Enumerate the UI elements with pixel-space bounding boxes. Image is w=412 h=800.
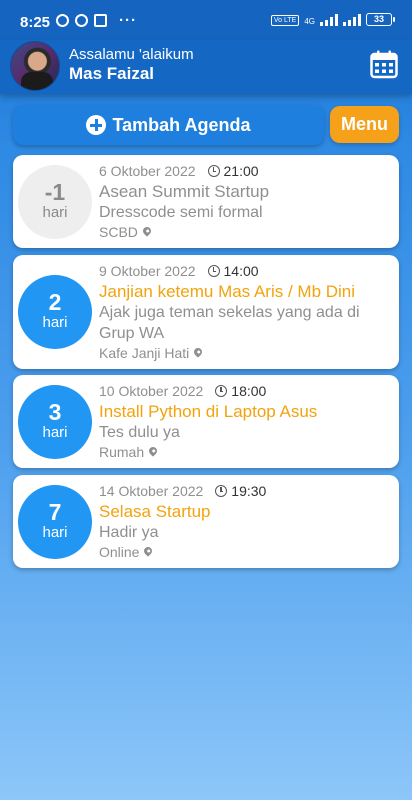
agenda-description: Ajak juga teman sekelas yang ada di Grup… bbox=[99, 304, 360, 342]
agenda-location-text: SCBD bbox=[99, 224, 138, 240]
agenda-location-text: Online bbox=[99, 544, 140, 560]
days-unit: hari bbox=[42, 424, 68, 441]
location-pin-icon bbox=[147, 445, 159, 457]
days-unit: hari bbox=[42, 204, 68, 221]
signal-icon bbox=[320, 13, 338, 26]
days-count: -1 bbox=[44, 179, 66, 205]
notification-icons: ··· bbox=[56, 11, 137, 29]
agenda-date: 9 Oktober 2022 bbox=[99, 263, 196, 279]
agenda-card[interactable]: 2 hari 9 Oktober 2022 14:00 Janjian kete… bbox=[13, 255, 399, 369]
days-unit: hari bbox=[42, 314, 68, 331]
volte-icon: Vo LTE bbox=[270, 15, 300, 26]
clock-icon bbox=[215, 485, 228, 497]
agenda-card[interactable]: -1 hari 6 Oktober 2022 21:00 Asean Summi… bbox=[13, 155, 399, 248]
username: Mas Faizal bbox=[69, 64, 155, 83]
agenda-info: 14 Oktober 2022 19:30 Selasa Startup Had… bbox=[99, 482, 393, 560]
agenda-date: 6 Oktober 2022 bbox=[99, 163, 196, 179]
agenda-datetime: 10 Oktober 2022 18:00 bbox=[99, 382, 393, 400]
clock-icon bbox=[207, 265, 220, 277]
greeting-text: Assalamu 'alaikum bbox=[69, 46, 194, 63]
days-count: 3 bbox=[48, 399, 62, 425]
days-badge: -1 hari bbox=[18, 165, 92, 239]
agenda-info: 6 Oktober 2022 21:00 Asean Summit Startu… bbox=[99, 162, 393, 240]
plus-circle-icon bbox=[86, 115, 107, 135]
agenda-info: 10 Oktober 2022 18:00 Install Python di … bbox=[99, 382, 393, 460]
avatar[interactable] bbox=[10, 41, 60, 91]
agenda-title: Selasa Startup bbox=[99, 502, 211, 521]
chrome-icon bbox=[75, 14, 88, 27]
calendar-icon[interactable] bbox=[370, 50, 398, 79]
agenda-datetime: 14 Oktober 2022 19:30 bbox=[99, 482, 393, 500]
agenda-title: Install Python di Laptop Asus bbox=[99, 402, 318, 421]
agenda-datetime: 9 Oktober 2022 14:00 bbox=[99, 262, 393, 280]
agenda-date: 10 Oktober 2022 bbox=[99, 383, 204, 399]
agenda-info: 9 Oktober 2022 14:00 Janjian ketemu Mas … bbox=[99, 262, 393, 361]
status-bar: 8:25 ··· Vo LTE 4G 33 bbox=[0, 0, 412, 40]
menu-button[interactable]: Menu bbox=[330, 106, 399, 143]
agenda-location: Kafe Janji Hati bbox=[99, 345, 393, 361]
agenda-location: Rumah bbox=[99, 444, 393, 460]
days-badge: 3 hari bbox=[18, 385, 92, 459]
agenda-time: 21:00 bbox=[223, 163, 259, 179]
agenda-description: Dresscode semi formal bbox=[99, 204, 263, 221]
agenda-date: 14 Oktober 2022 bbox=[99, 483, 204, 499]
agenda-time: 18:00 bbox=[231, 383, 267, 399]
add-agenda-button[interactable]: Tambah Agenda bbox=[13, 105, 324, 145]
app-header: Assalamu 'alaikum Mas Faizal bbox=[0, 40, 412, 94]
clock-icon bbox=[207, 165, 220, 177]
days-count: 2 bbox=[48, 289, 62, 315]
days-unit: hari bbox=[42, 524, 68, 541]
add-agenda-label: Tambah Agenda bbox=[112, 114, 251, 135]
agenda-title: Janjian ketemu Mas Aris / Mb Dini bbox=[99, 282, 356, 301]
agenda-location-text: Kafe Janji Hati bbox=[99, 345, 190, 361]
network-type: 4G bbox=[304, 17, 315, 26]
days-badge: 2 hari bbox=[18, 275, 92, 349]
gallery-icon bbox=[94, 14, 107, 27]
agenda-location: Online bbox=[99, 544, 393, 560]
days-badge: 7 hari bbox=[18, 485, 92, 559]
location-pin-icon bbox=[141, 225, 153, 237]
agenda-time: 14:00 bbox=[223, 263, 259, 279]
days-count: 7 bbox=[48, 499, 62, 525]
signal-icon-2 bbox=[343, 13, 361, 26]
agenda-description: Hadir ya bbox=[99, 524, 159, 541]
location-pin-icon bbox=[142, 545, 155, 557]
whatsapp-icon bbox=[56, 14, 69, 27]
battery-icon: 33 bbox=[366, 13, 395, 26]
agenda-time: 19:30 bbox=[231, 483, 267, 499]
agenda-title: Asean Summit Startup bbox=[99, 182, 270, 201]
more-notifications-icon: ··· bbox=[119, 11, 137, 29]
clock-icon bbox=[215, 385, 228, 397]
status-time: 8:25 bbox=[20, 14, 51, 31]
agenda-location-text: Rumah bbox=[99, 444, 145, 460]
agenda-card[interactable]: 3 hari 10 Oktober 2022 18:00 Install Pyt… bbox=[13, 375, 399, 468]
location-pin-icon bbox=[192, 346, 204, 358]
agenda-location: SCBD bbox=[99, 224, 393, 240]
agenda-datetime: 6 Oktober 2022 21:00 bbox=[99, 162, 393, 180]
agenda-card[interactable]: 7 hari 14 Oktober 2022 19:30 Selasa Star… bbox=[13, 475, 399, 568]
system-icons: Vo LTE 4G 33 bbox=[270, 13, 395, 26]
agenda-description: Tes dulu ya bbox=[99, 424, 180, 441]
